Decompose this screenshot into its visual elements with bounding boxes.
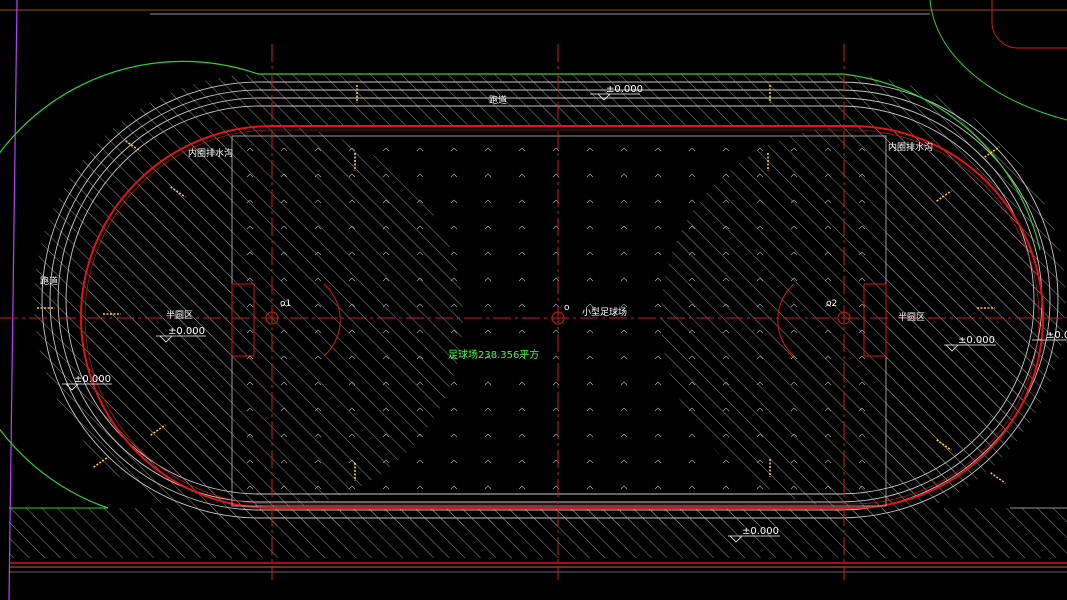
label-field-name: 小型足球场 — [582, 306, 627, 318]
label-point-o: o — [564, 303, 570, 313]
label-semicircle-right: 半圆区 — [898, 311, 925, 323]
svg-text:±0.000: ±0.000 — [74, 374, 111, 385]
label-drain-left: 内圈排水沟 — [188, 147, 233, 159]
label-point-o2: o2 — [826, 299, 837, 309]
svg-text:±0.000: ±0.000 — [958, 335, 995, 346]
label-drain-right: 内圈排水沟 — [888, 141, 933, 153]
label-track-left: 跑道 — [40, 275, 58, 287]
svg-text:±0.000: ±0.000 — [606, 84, 643, 95]
label-semicircle-left: 半圆区 — [166, 309, 193, 321]
svg-text:±0.000: ±0.000 — [168, 326, 205, 337]
cad-drawing-canvas[interactable]: 跑道 跑道 内圈排水沟 内圈排水沟 半圆区 半圆区 小型足球场 足球场238.3… — [0, 0, 1067, 600]
svg-text:±0.0: ±0.0 — [1046, 330, 1067, 341]
label-track-top: 跑道 — [489, 94, 507, 106]
svg-text:±0.000: ±0.000 — [742, 526, 779, 537]
label-field-area: 足球场238.356平方 — [448, 348, 539, 361]
label-point-o1: o1 — [280, 299, 291, 309]
